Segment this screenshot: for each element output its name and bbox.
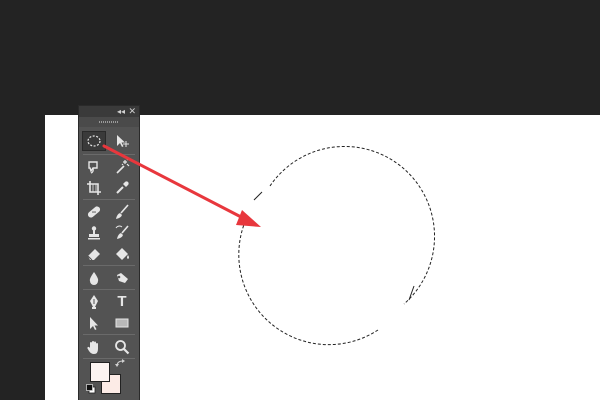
swap-colors-icon[interactable] (115, 359, 127, 369)
stamp-icon (88, 226, 100, 240)
direct-selection-tool[interactable] (82, 313, 106, 333)
elliptical-marquee-tool[interactable] (82, 131, 106, 151)
brush-tool[interactable] (110, 202, 134, 222)
rectangle-tool[interactable] (110, 313, 134, 333)
history-brush-tool[interactable] (110, 223, 134, 243)
close-panel-icon[interactable]: ✕ (128, 106, 136, 117)
default-colors-icon[interactable] (86, 384, 96, 394)
zoom-tool[interactable] (110, 337, 134, 357)
tool-separator (83, 199, 135, 200)
magic-wand-tool[interactable] (110, 157, 134, 177)
blur-tool[interactable] (82, 268, 106, 288)
history-brush-icon (115, 225, 129, 239)
pen-tool[interactable] (82, 292, 106, 312)
rectangle-icon (115, 318, 129, 328)
collapse-panel-icon[interactable]: ◂◂ (117, 106, 125, 117)
paint-bucket-tool[interactable] (110, 244, 134, 264)
brush-icon (116, 204, 129, 219)
blur-drop-icon (89, 272, 99, 285)
tool-separator (83, 358, 135, 359)
lasso-tool[interactable] (82, 157, 106, 177)
crop-tool[interactable] (82, 178, 106, 198)
panel-drag-grip[interactable] (79, 117, 139, 127)
tool-separator (83, 334, 135, 335)
healing-brush-tool[interactable] (82, 202, 106, 222)
pen-icon (90, 295, 98, 309)
hand-tool[interactable] (82, 337, 106, 357)
clone-stamp-tool[interactable] (82, 223, 106, 243)
panel-title-bar[interactable]: ◂◂ ✕ (79, 106, 139, 117)
hand-icon (87, 341, 98, 354)
eraser-icon (87, 249, 100, 261)
eyedropper-tool[interactable] (110, 178, 134, 198)
path-selection-icon (117, 135, 129, 147)
eraser-tool[interactable] (82, 244, 106, 264)
elliptical-marquee-icon (87, 135, 101, 147)
tool-separator (83, 289, 135, 290)
magic-wand-icon (116, 159, 130, 174)
bandage-icon (87, 206, 101, 218)
eyedropper-icon (116, 181, 129, 194)
tools-panel: ◂◂ ✕ T (79, 106, 139, 400)
direct-selection-icon (90, 317, 98, 330)
crop-icon (87, 181, 101, 195)
lasso-icon (88, 161, 98, 174)
zoom-icon (115, 340, 130, 355)
paint-bucket-icon (116, 248, 129, 260)
tool-separator (83, 265, 135, 266)
type-tool[interactable]: T (110, 292, 134, 312)
dodge-tool[interactable] (110, 268, 134, 288)
foreground-color-swatch[interactable] (90, 362, 110, 382)
type-icon: T (117, 293, 127, 310)
dodge-icon (117, 273, 128, 283)
path-selection-tool[interactable] (110, 131, 134, 151)
tool-separator (83, 154, 135, 155)
